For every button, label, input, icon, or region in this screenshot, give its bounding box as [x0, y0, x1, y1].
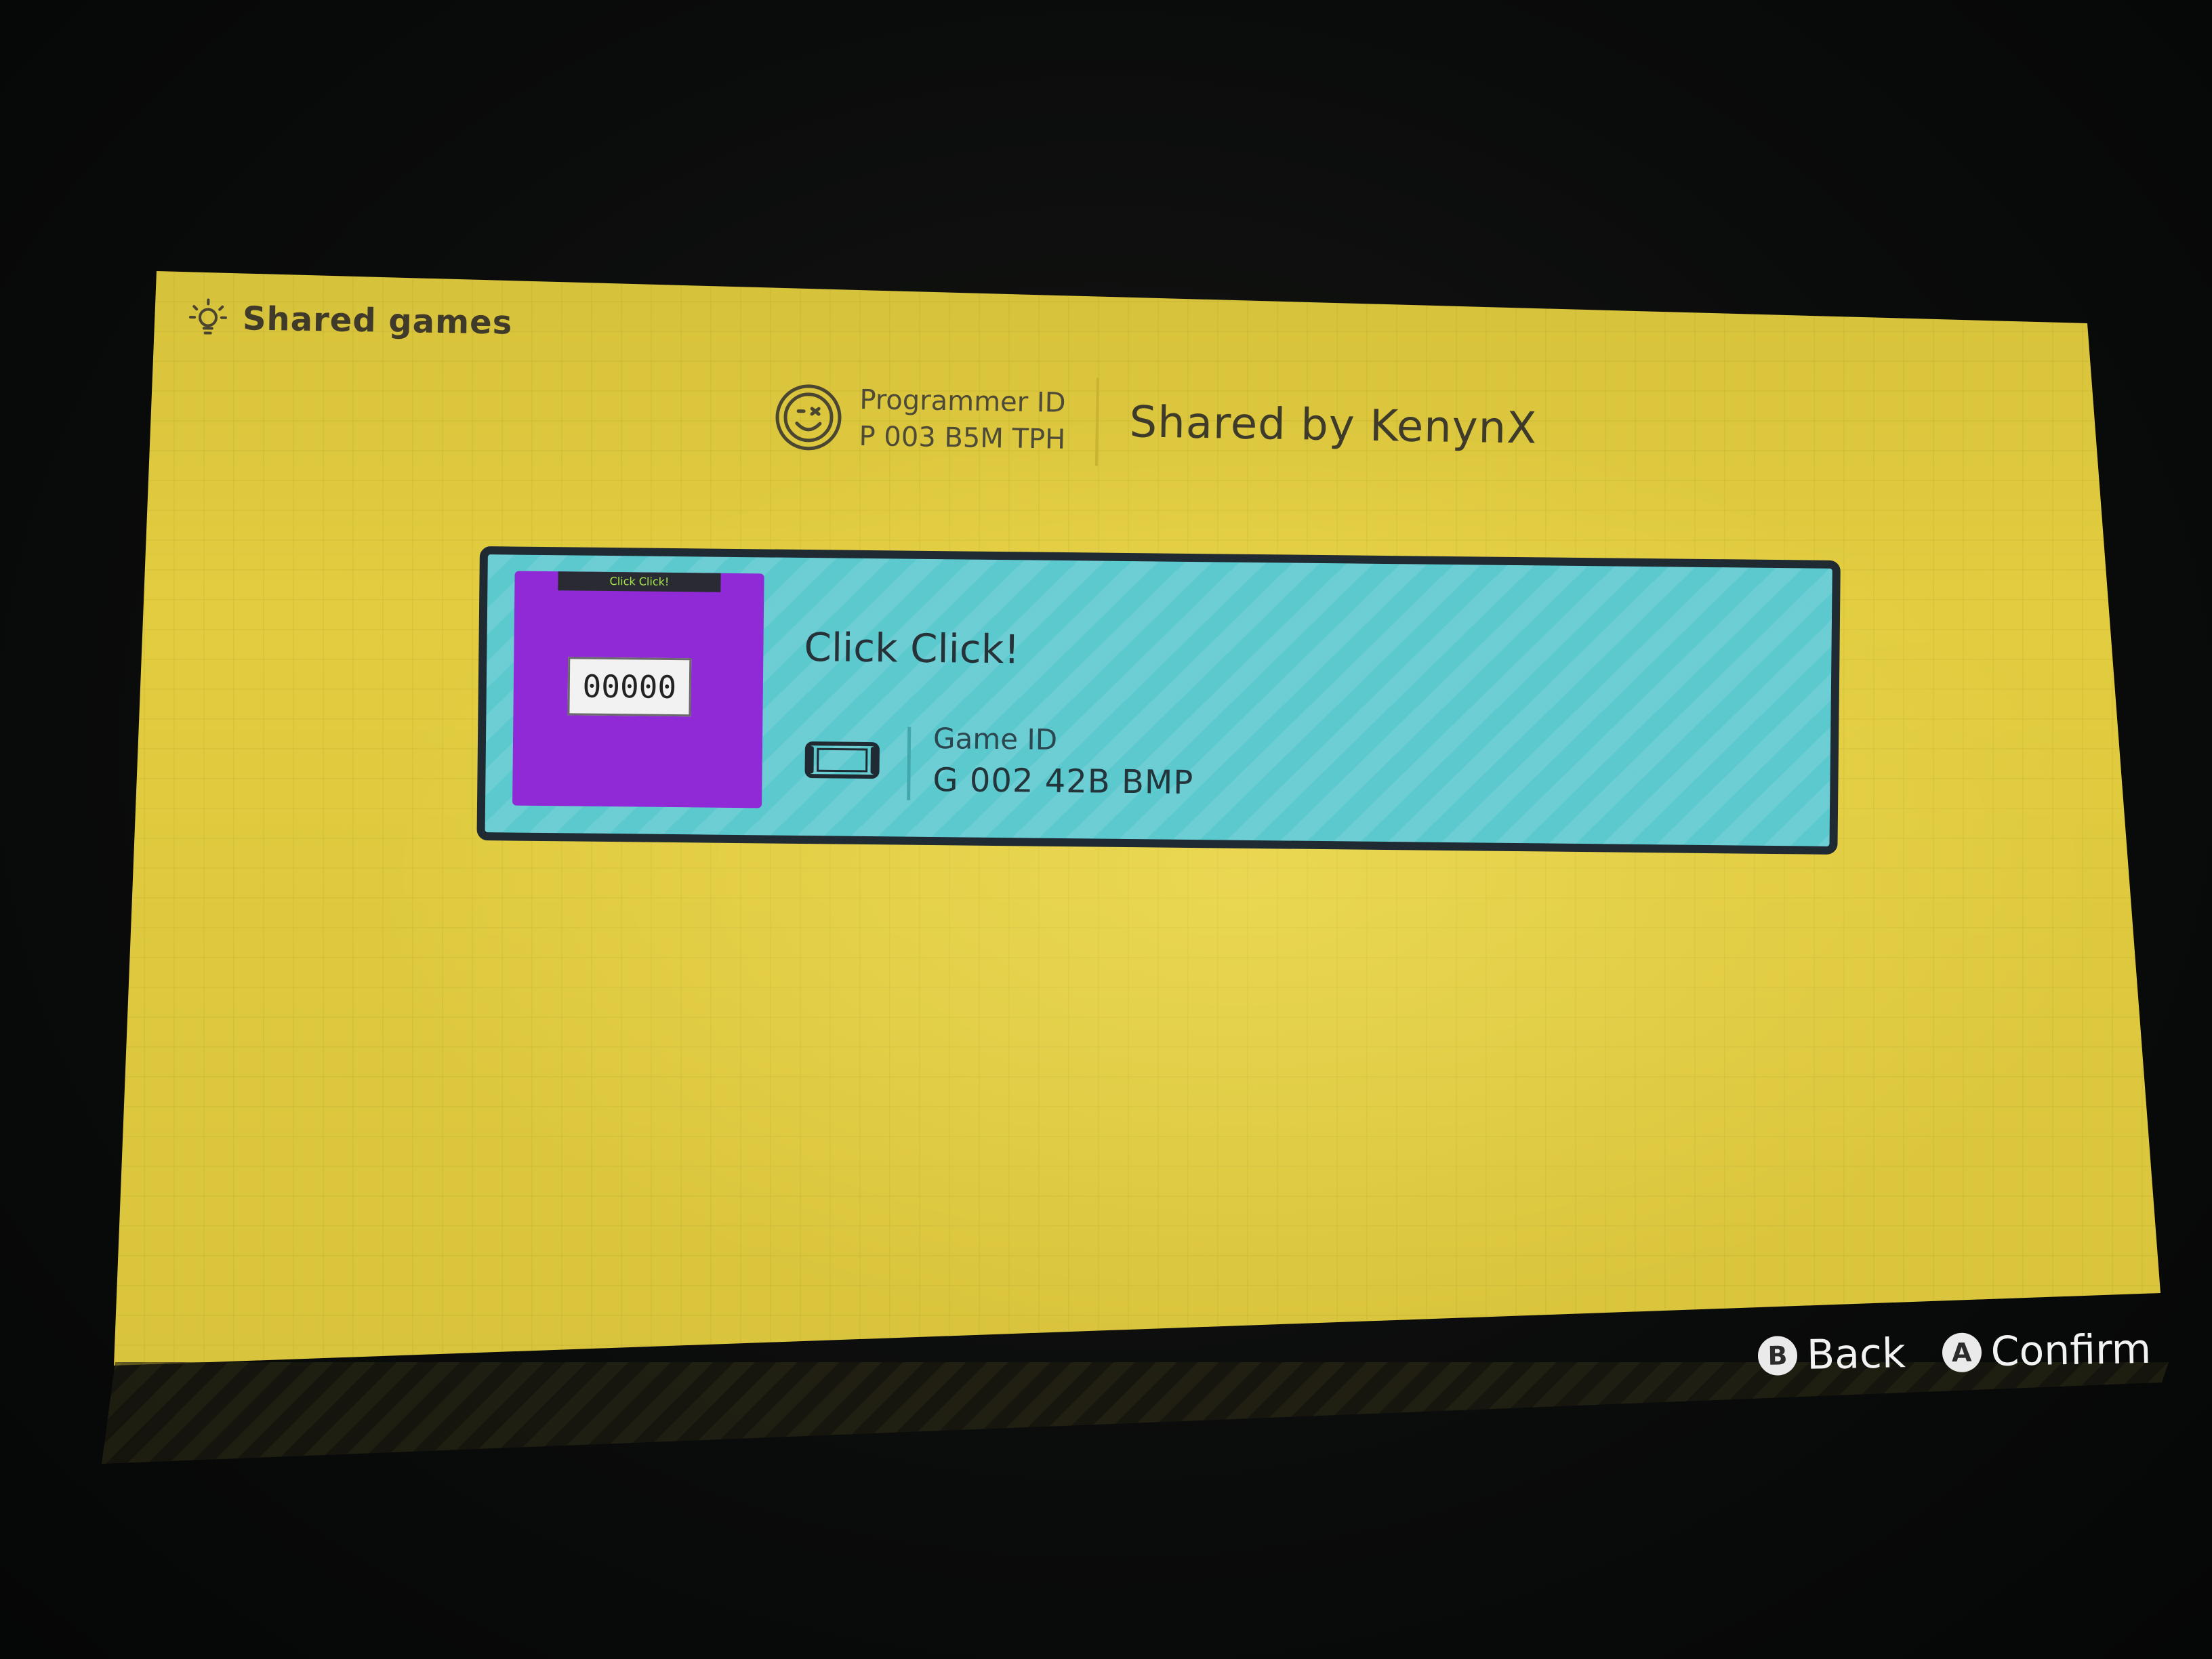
b-button-icon: B [1757, 1335, 1798, 1376]
thumbnail-counter: 00000 [567, 657, 692, 717]
game-title: Click Click! [804, 624, 1020, 673]
game-id-label: Game ID [933, 722, 1058, 756]
confirm-button[interactable]: A Confirm [1942, 1326, 2152, 1376]
shared-by-label: Shared by KenynX [1129, 397, 1538, 454]
a-button-icon: A [1942, 1332, 1982, 1373]
programmer-id-value: P 003 B5M TPH [859, 421, 1066, 455]
game-id-value: G 002 42B BMP [933, 761, 1194, 802]
shared-game-card[interactable]: Click Click! 00000 Click Click! Game ID … [476, 546, 1841, 855]
confirm-label: Confirm [1990, 1325, 2152, 1376]
handheld-console-icon [804, 741, 880, 779]
programmer-id-group: Programmer ID P 003 B5M TPH [859, 383, 1066, 457]
page-title: Shared games [242, 300, 513, 342]
room-background: Shared games Programmer ID P 003 B5M TPH… [0, 0, 2212, 1659]
programmer-id-label: Programmer ID [859, 384, 1066, 419]
programmer-info: Programmer ID P 003 B5M TPH Shared by Ke… [772, 373, 1538, 473]
back-label: Back [1806, 1330, 1906, 1379]
header-divider [1094, 377, 1099, 466]
lightbulb-icon [189, 298, 228, 335]
thumbnail-title: Click Click! [558, 571, 721, 592]
tv-screen: Shared games Programmer ID P 003 B5M TPH… [114, 271, 2160, 1366]
face-icon [775, 384, 842, 451]
footer-controls: B Back A Confirm [1757, 1326, 2152, 1380]
page-header: Shared games [188, 297, 513, 344]
back-button[interactable]: B Back [1757, 1330, 1906, 1380]
game-thumbnail: Click Click! 00000 [512, 571, 764, 808]
game-id-divider [907, 726, 912, 800]
